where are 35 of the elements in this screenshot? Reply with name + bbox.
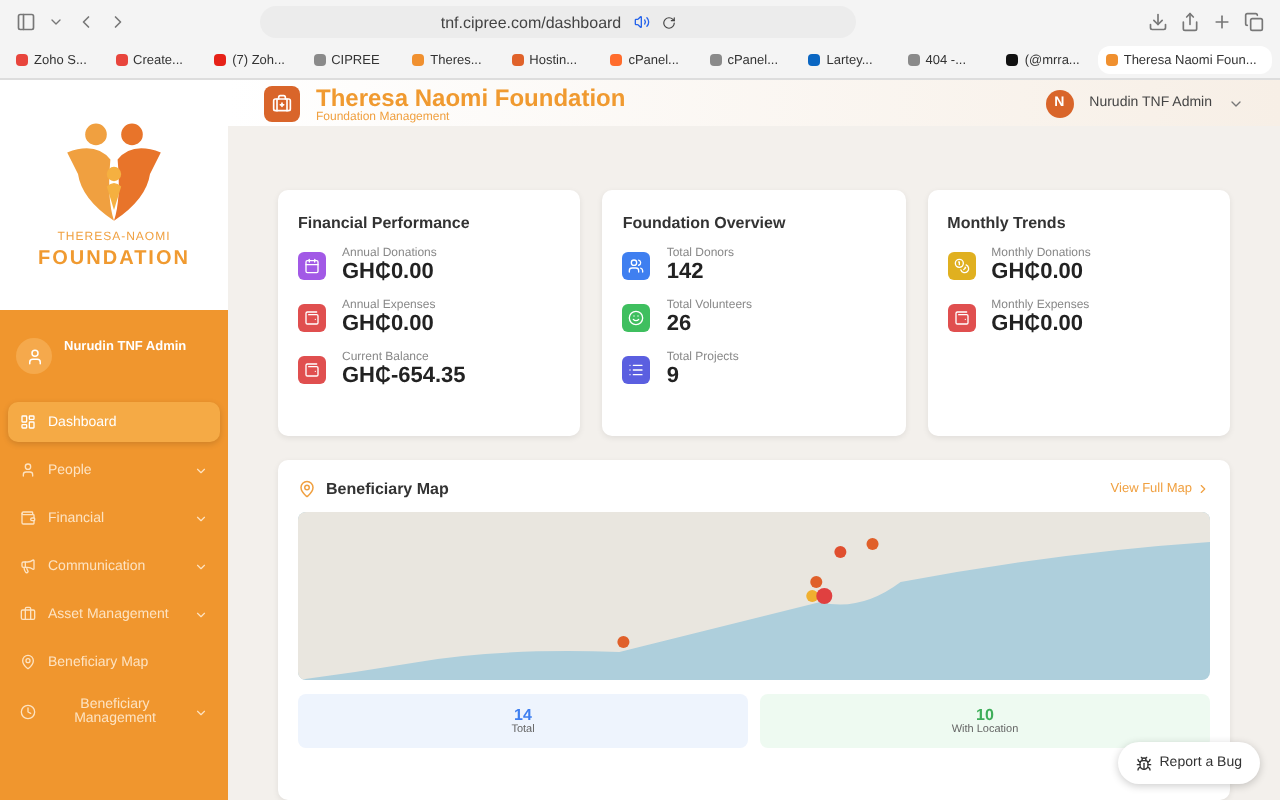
chevron-down-icon [194, 463, 208, 477]
card-title: Foundation Overview [622, 214, 788, 232]
chevron-down-icon [194, 511, 208, 525]
address-bar[interactable]: tnf.cipree.com/dashboard [260, 6, 856, 38]
sidebar-toggle-icon[interactable] [16, 12, 36, 32]
chevron-down-icon [194, 607, 208, 621]
bug-icon [1135, 755, 1152, 771]
download-icon[interactable] [1148, 12, 1168, 32]
stat-value: GH₵0.00 [991, 312, 1086, 336]
stat-value: GH₵0.00 [342, 260, 436, 284]
count-value: 10 [976, 706, 994, 724]
stat-value: GH₵-654.35 [342, 364, 466, 388]
stat-value: 9 [666, 364, 681, 388]
stat-value: GH₵0.00 [342, 312, 436, 336]
tabs-overview-icon[interactable] [1244, 12, 1264, 32]
page-title: Theresa Naomi Foundation [316, 83, 628, 111]
card-title: Financial Performance [298, 214, 472, 232]
map-pin-icon [298, 480, 316, 498]
share-icon[interactable] [1180, 12, 1200, 32]
user-avatar-icon [16, 338, 52, 374]
chevron-right-icon [1196, 482, 1210, 496]
card-title: Monthly Trends [947, 214, 1068, 232]
count-value: 14 [514, 706, 532, 724]
stat-value: 142 [666, 260, 706, 284]
reload-icon[interactable] [661, 15, 676, 29]
chevron-down-icon [194, 559, 208, 573]
medical-bag-icon [264, 85, 300, 121]
speaker-icon[interactable] [633, 14, 650, 30]
new-tab-icon[interactable] [1212, 12, 1232, 32]
logo-text: FOUNDATION [38, 248, 190, 270]
chevron-down-icon[interactable] [48, 14, 64, 30]
stat-value: 26 [666, 312, 694, 336]
chevron-down-icon [194, 705, 208, 719]
stat-value: GH₵0.00 [991, 260, 1086, 284]
card-title: Beneficiary Map [326, 480, 451, 498]
